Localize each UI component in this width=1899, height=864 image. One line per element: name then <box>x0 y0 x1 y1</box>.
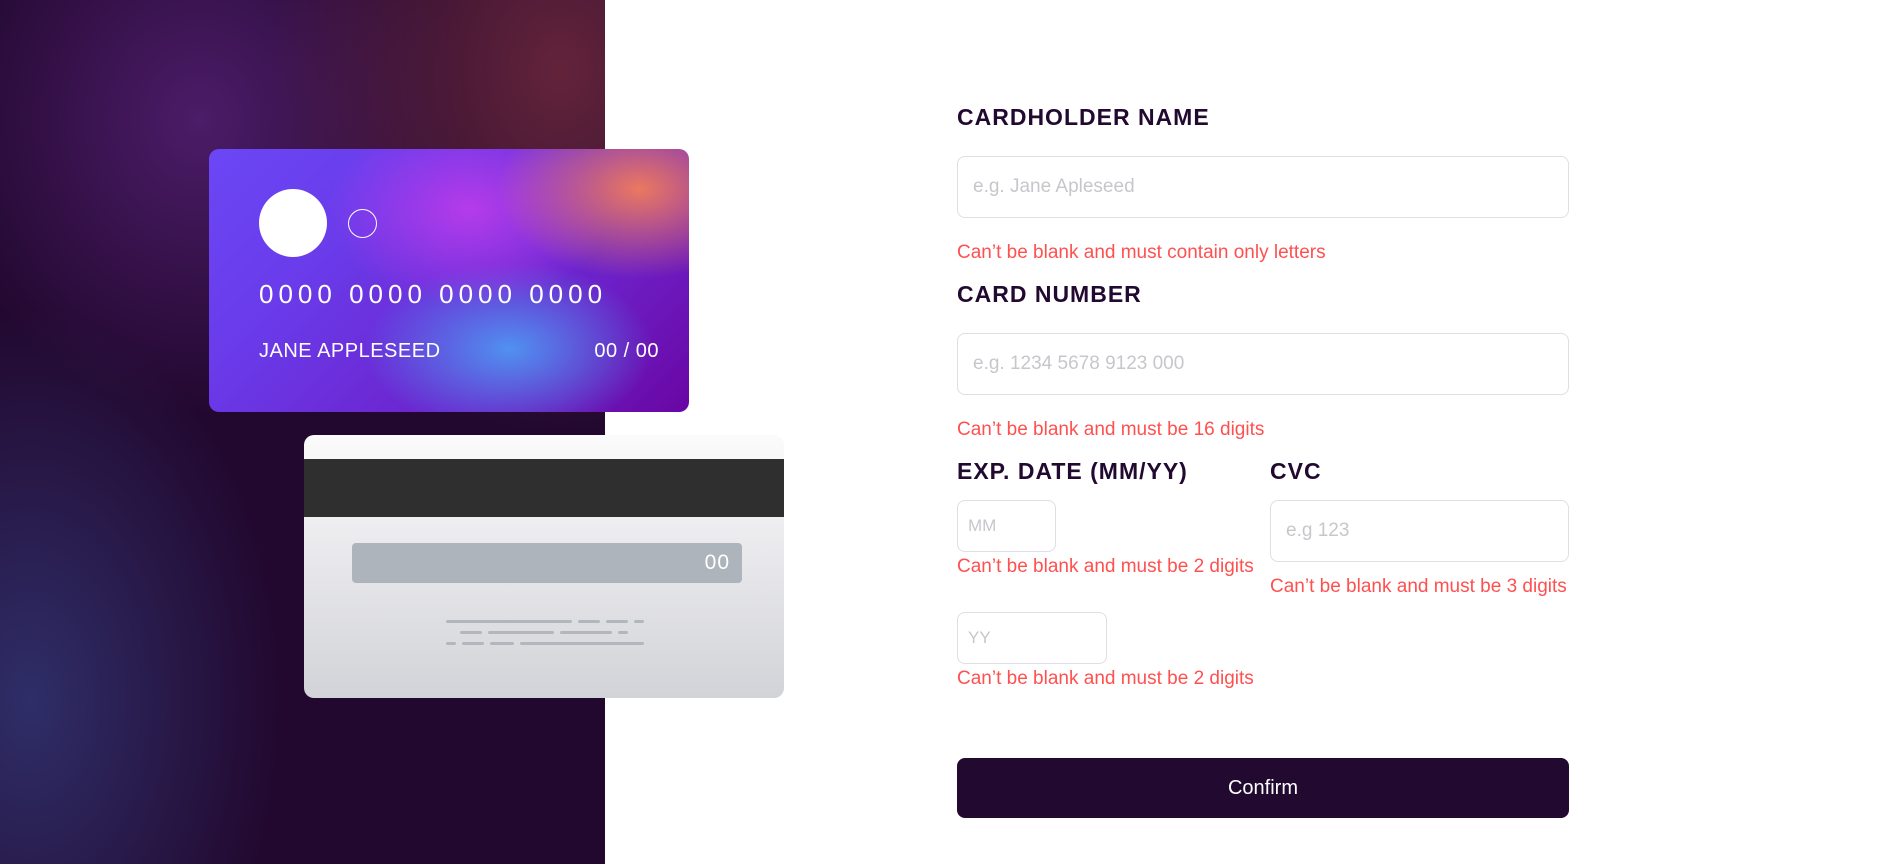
cardholder-name-label: CARDHOLDER NAME <box>957 104 1210 130</box>
card-back-preview: 00 <box>304 435 784 698</box>
cardholder-name-error: Can’t be blank and must contain only let… <box>957 242 1326 263</box>
exp-year-error: Can’t be blank and must be 2 digits <box>957 668 1254 689</box>
card-front-preview: 0000 0000 0000 0000 JANE APPLESEED 00 / … <box>209 149 689 412</box>
card-number-display: 0000 0000 0000 0000 <box>259 279 608 309</box>
cardholder-name-input[interactable] <box>957 156 1569 218</box>
card-logo-filled-circle-icon <box>259 189 327 257</box>
card-cvc-display: 00 <box>704 551 730 574</box>
magnetic-stripe <box>304 459 784 517</box>
card-number-input[interactable] <box>957 333 1569 395</box>
decorative-side-panel <box>0 0 605 864</box>
card-expiry-display: 00 / 00 <box>594 340 659 362</box>
exp-year-input[interactable] <box>957 612 1107 664</box>
cardholder-name-display: JANE APPLESEED <box>259 340 441 362</box>
signature-strip: 00 <box>352 543 742 583</box>
cvc-error: Can’t be blank and must be 3 digits <box>1270 576 1567 597</box>
cvc-label: CVC <box>1270 458 1322 484</box>
card-logo-outline-circle-icon <box>348 209 377 238</box>
cvc-input[interactable] <box>1270 500 1569 562</box>
card-details-form: CARDHOLDER NAME Can’t be blank and must … <box>957 0 1569 864</box>
confirm-button[interactable]: Confirm <box>957 758 1569 818</box>
exp-month-input[interactable] <box>957 500 1056 552</box>
exp-date-label: EXP. DATE (MM/YY) <box>957 458 1188 484</box>
exp-month-error: Can’t be blank and must be 2 digits <box>957 556 1254 577</box>
card-number-label: CARD NUMBER <box>957 281 1142 307</box>
card-number-error: Can’t be blank and must be 16 digits <box>957 419 1265 440</box>
